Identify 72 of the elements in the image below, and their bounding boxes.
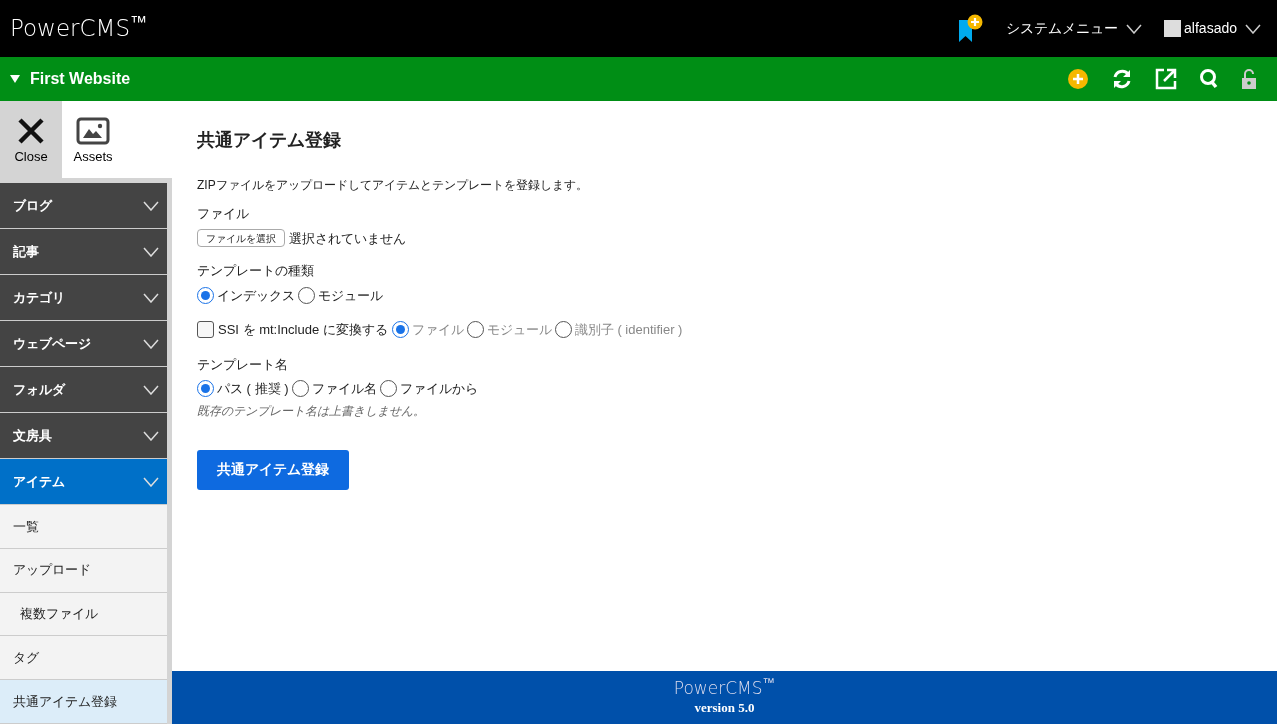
version-text: version 5.0	[694, 698, 755, 717]
sidebar-menu-item[interactable]: 記事	[0, 229, 167, 275]
lock-icon[interactable]	[1241, 68, 1257, 90]
image-icon	[76, 116, 110, 145]
chevron-down-icon	[143, 476, 159, 487]
radio-label: ファイル	[411, 321, 464, 339]
sidebar-menu-item[interactable]: フォルダ	[0, 367, 167, 413]
sidebar-menu-item[interactable]: ブログ	[0, 183, 167, 229]
menu-label: アイテム	[13, 472, 65, 491]
radio-button[interactable]	[466, 321, 484, 339]
radio-button[interactable]	[391, 321, 409, 339]
sidebar-menu-item[interactable]: アイテム	[0, 459, 167, 505]
radio-button[interactable]	[197, 286, 214, 304]
logo[interactable]: PowerCMS$^{™}$	[10, 11, 148, 46]
sidebar-tab[interactable]: Close	[0, 101, 62, 178]
system-menu[interactable]: システムメニュー	[1006, 18, 1143, 39]
submit-button[interactable]: 共通アイテム登録	[197, 449, 349, 490]
bookmark-add-icon[interactable]	[958, 13, 985, 44]
radio-label: モジュール	[318, 286, 383, 305]
sidebar-subitem[interactable]: タグ	[0, 636, 167, 681]
chevron-down-icon	[143, 292, 159, 303]
radio-label: ファイルから	[399, 380, 478, 398]
radio-button[interactable]	[197, 380, 214, 398]
add-icon[interactable]	[1067, 68, 1089, 90]
file-status: 選択されていません	[289, 229, 406, 248]
avatar-icon	[1164, 20, 1182, 37]
chevron-down-icon	[143, 430, 159, 441]
caret-icon	[10, 75, 20, 83]
radio-button[interactable]	[291, 380, 309, 398]
menu-label: 記事	[13, 242, 39, 261]
menu-label: カテゴリ	[13, 288, 65, 307]
close-icon	[17, 116, 45, 145]
chevron-down-icon	[143, 384, 159, 395]
radio-button[interactable]	[379, 380, 397, 398]
page-title: 共通アイテム登録	[197, 129, 342, 152]
chevron-down-icon	[143, 338, 159, 349]
field-label: テンプレートの種類	[197, 262, 315, 280]
radio-label: パス ( 推奨 )	[217, 380, 289, 398]
sidebar-subitem[interactable]: 複数ファイル	[0, 592, 167, 637]
radio-label: 識別子 ( identifier )	[574, 321, 683, 339]
checkbox-label: SSI を mt:Include に変換する	[218, 321, 388, 339]
chevron-down-icon	[143, 200, 159, 211]
radio-label: インデックス	[217, 286, 295, 305]
sidebar-menu-item[interactable]: ウェブページ	[0, 321, 167, 367]
user-menu[interactable]: alfasado	[1184, 18, 1261, 39]
field-label: テンプレート名	[197, 355, 289, 374]
search-icon[interactable]	[1199, 68, 1219, 90]
chevron-down-icon	[1245, 23, 1261, 34]
choose-file-button[interactable]: ファイルを選択	[197, 229, 285, 248]
menu-label: ウェブページ	[13, 334, 91, 353]
refresh-icon[interactable]	[1111, 68, 1133, 90]
radio-label: モジュール	[486, 321, 552, 339]
checkbox[interactable]	[197, 321, 214, 339]
field-label: ファイル	[197, 205, 250, 223]
sidebar-menu-item[interactable]: 文房具	[0, 413, 167, 459]
site-switcher[interactable]: First Website	[10, 67, 131, 91]
sidebar-menu-item[interactable]: カテゴリ	[0, 275, 167, 321]
radio-button[interactable]	[298, 286, 315, 304]
radio-label: ファイル名	[311, 380, 377, 398]
chevron-down-icon	[143, 246, 159, 257]
description: ZIPファイルをアップロードしてアイテムとテンプレートを登録します。	[197, 177, 589, 194]
external-link-icon[interactable]	[1155, 68, 1177, 90]
menu-label: 文房具	[13, 426, 52, 445]
radio-button[interactable]	[554, 321, 572, 339]
hint-text: 既存のテンプレート名は上書きしません。	[197, 402, 426, 420]
menu-label: フォルダ	[13, 380, 65, 399]
menu-label: ブログ	[13, 196, 52, 215]
sidebar-subitem[interactable]: 一覧	[0, 505, 167, 549]
chevron-down-icon	[1126, 23, 1143, 34]
sidebar-subitem[interactable]: アップロード	[0, 548, 167, 593]
footer-logo: PowerCMS$^{™}$	[673, 677, 776, 698]
sidebar-subitem[interactable]: 共通アイテム登録	[0, 680, 167, 724]
